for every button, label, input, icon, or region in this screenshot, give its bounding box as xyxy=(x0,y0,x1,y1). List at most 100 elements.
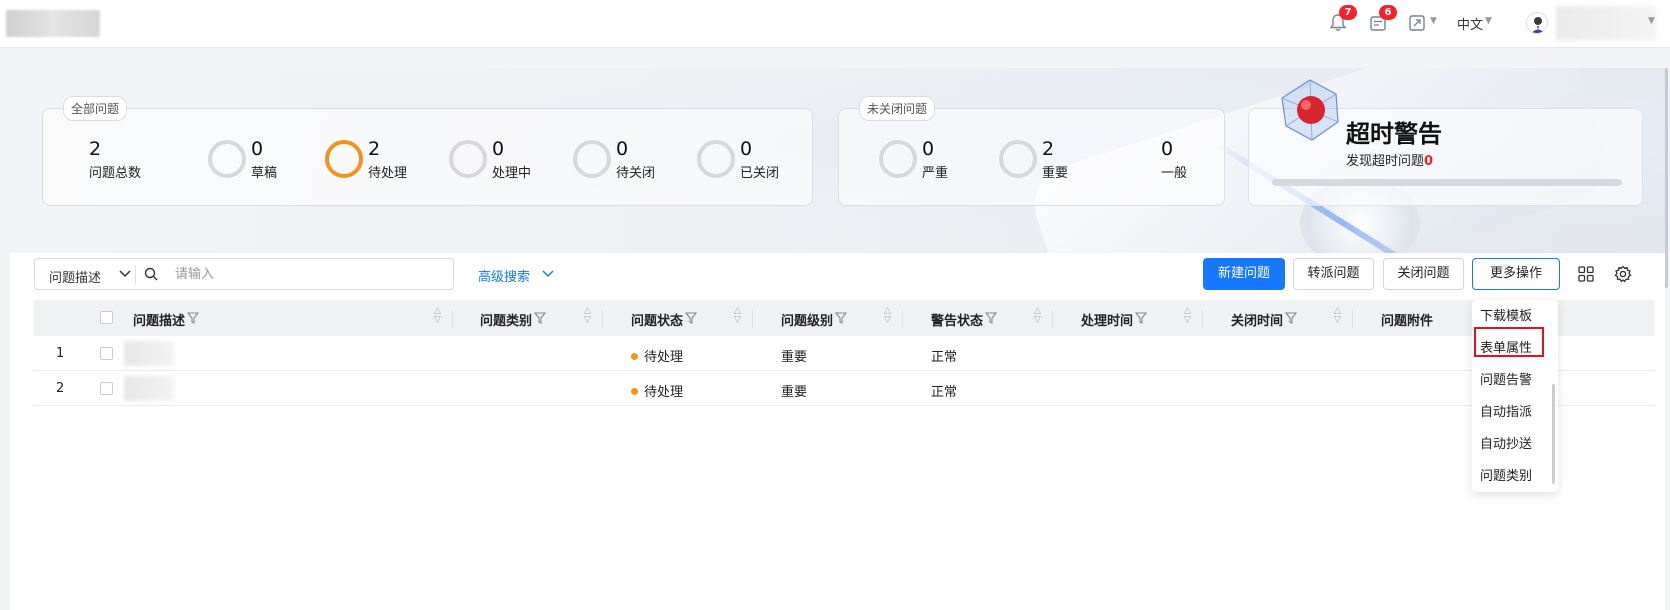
stat-value: 0 xyxy=(740,138,753,160)
progress-ring xyxy=(325,140,363,178)
status-cell: 待处理 xyxy=(631,346,683,365)
stat-label: 处理中 xyxy=(492,166,532,181)
warning-cell: 正常 xyxy=(931,350,958,365)
column-divider[interactable] xyxy=(1052,310,1053,328)
column-header-process-time[interactable]: 处理时间 xyxy=(1081,310,1133,329)
table-row[interactable]: 1 待处理 重要 正常 xyxy=(34,336,1654,371)
sort-icon[interactable]: △ ▽ xyxy=(884,307,891,325)
search-input[interactable] xyxy=(175,263,445,285)
column-divider[interactable] xyxy=(752,310,753,328)
more-actions-button[interactable]: 更多操作 xyxy=(1472,258,1560,290)
column-header-status[interactable]: 问题状态 xyxy=(631,310,683,329)
stat-value: 0 xyxy=(922,138,935,160)
task-badge: 6 xyxy=(1379,5,1397,20)
chevron-down-icon[interactable]: ▼ xyxy=(1485,16,1492,26)
column-header-level[interactable]: 问题级别 xyxy=(781,310,833,329)
stat-label: 草稿 xyxy=(251,166,278,181)
grid-view-icon[interactable] xyxy=(1576,264,1596,284)
menu-scrollbar[interactable] xyxy=(1552,384,1555,484)
timeout-title: 超时警告 xyxy=(1346,120,1442,148)
sort-icon[interactable]: △ ▽ xyxy=(734,307,741,325)
progress-ring xyxy=(573,140,611,178)
filter-icon[interactable] xyxy=(533,311,547,325)
timeout-subtitle: 发现超时问题0 xyxy=(1346,150,1433,169)
close-issue-button[interactable]: 关闭问题 xyxy=(1383,258,1464,290)
stat-label: 已关闭 xyxy=(740,166,780,181)
column-divider[interactable] xyxy=(1202,310,1203,328)
table-header: 问题描述 △ ▽ 问题类别 △ ▽ 问题状态 △ ▽ 问题级别 △ ▽ 警告状态 △ ▽ … xyxy=(34,300,1654,336)
chevron-down-icon[interactable] xyxy=(117,265,133,281)
description-cell[interactable] xyxy=(124,376,174,401)
menu-item-issue-alert[interactable]: 问题告警 xyxy=(1480,369,1532,388)
language-switch[interactable]: 中文 xyxy=(1457,14,1483,33)
more-actions-menu: 下载模板 表单属性 问题告警 自动指派 自动抄送 问题类别 xyxy=(1472,300,1558,492)
stat-label: 问题总数 xyxy=(89,166,142,181)
sort-icon[interactable]: △ ▽ xyxy=(584,307,591,325)
row-checkbox[interactable] xyxy=(100,382,113,395)
column-divider[interactable] xyxy=(902,310,903,328)
stat-label: 严重 xyxy=(922,166,949,181)
status-text: 待处理 xyxy=(644,350,684,365)
progress-ring xyxy=(879,140,917,178)
stat-label: 重要 xyxy=(1042,166,1069,181)
avatar[interactable] xyxy=(1526,12,1548,34)
filter-icon[interactable] xyxy=(1284,311,1298,325)
username[interactable] xyxy=(1556,6,1656,40)
menu-item-auto-cc[interactable]: 自动抄送 xyxy=(1480,433,1532,452)
task-list[interactable]: 6 xyxy=(1367,5,1397,34)
sort-icon[interactable]: △ ▽ xyxy=(1034,307,1041,325)
timeout-count[interactable]: 0 xyxy=(1424,154,1433,169)
progress-ring xyxy=(999,140,1037,178)
filter-icon[interactable] xyxy=(1134,311,1148,325)
filter-icon[interactable] xyxy=(684,311,698,325)
stat-value: 2 xyxy=(89,138,102,160)
row-checkbox[interactable] xyxy=(100,347,113,360)
guide-menu[interactable] xyxy=(1406,12,1428,34)
table-row[interactable]: 2 待处理 重要 正常 xyxy=(34,371,1654,406)
stat-value: 2 xyxy=(1042,138,1055,160)
stat-label: 一般 xyxy=(1161,166,1188,181)
open-issues-tag: 未关闭问题 xyxy=(859,96,936,121)
assign-issue-button[interactable]: 转派问题 xyxy=(1293,258,1374,290)
filter-icon[interactable] xyxy=(186,311,200,325)
notification-bell[interactable]: 7 xyxy=(1327,5,1357,34)
menu-item-form-properties[interactable]: 表单属性 xyxy=(1480,337,1532,356)
search-bar: 问题描述 xyxy=(34,258,454,290)
column-divider[interactable] xyxy=(602,310,603,328)
chevron-down-icon[interactable] xyxy=(540,265,556,281)
status-dot xyxy=(631,388,638,395)
all-issues-tag: 全部问题 xyxy=(63,96,128,121)
column-divider[interactable] xyxy=(1352,310,1353,328)
column-divider[interactable] xyxy=(452,310,453,328)
description-cell[interactable] xyxy=(124,341,174,366)
status-dot xyxy=(631,353,638,360)
column-header-category[interactable]: 问题类别 xyxy=(480,310,532,329)
column-header-warning[interactable]: 警告状态 xyxy=(931,310,983,329)
new-issue-button[interactable]: 新建问题 xyxy=(1203,258,1285,290)
column-header-attachment[interactable]: 问题附件 xyxy=(1381,310,1433,329)
search-icon[interactable] xyxy=(143,266,159,282)
filter-icon[interactable] xyxy=(834,311,848,325)
menu-item-issue-category[interactable]: 问题类别 xyxy=(1480,465,1532,484)
sort-icon[interactable]: △ ▽ xyxy=(434,307,441,325)
row-index: 2 xyxy=(56,381,65,396)
filter-icon[interactable] xyxy=(984,311,998,325)
stat-value: 0 xyxy=(616,138,629,160)
logo[interactable] xyxy=(6,10,100,37)
menu-item-download-template[interactable]: 下载模板 xyxy=(1480,305,1532,324)
search-field-select[interactable]: 问题描述 xyxy=(49,267,101,286)
gear-icon[interactable] xyxy=(1613,264,1633,284)
column-header-close-time[interactable]: 关闭时间 xyxy=(1231,310,1283,329)
advanced-search-link[interactable]: 高级搜索 xyxy=(478,266,530,285)
column-header-description[interactable]: 问题描述 xyxy=(133,310,185,329)
sort-icon[interactable]: △ ▽ xyxy=(1184,307,1191,325)
select-all-checkbox[interactable] xyxy=(100,311,113,324)
sort-icon[interactable]: △ ▽ xyxy=(1334,307,1341,325)
chevron-down-icon[interactable]: ▼ xyxy=(1430,16,1437,26)
warning-cell: 正常 xyxy=(931,385,958,400)
stat-label: 待关闭 xyxy=(616,166,656,181)
chevron-down-icon[interactable]: ▼ xyxy=(1648,16,1655,26)
all-issues-box: 全部问题 2 问题总数 0 草稿 2 待处理 0 处理中 0 待关闭 0 已关闭 xyxy=(42,96,813,206)
menu-item-auto-assign[interactable]: 自动指派 xyxy=(1480,401,1532,420)
stat-value: 0 xyxy=(251,138,264,160)
